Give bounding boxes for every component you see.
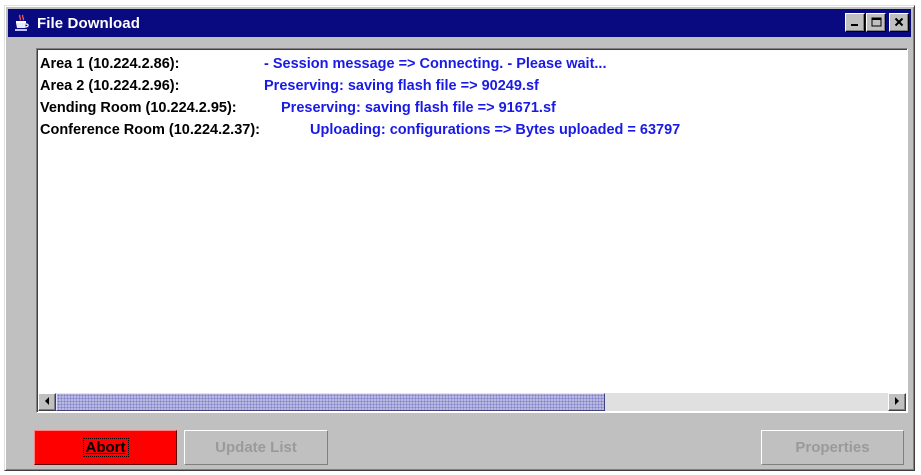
- maximize-icon: [871, 14, 882, 32]
- log-message: - Session message => Connecting. - Pleas…: [264, 56, 607, 72]
- log-source: Conference Room (10.224.2.37):: [40, 122, 260, 138]
- file-download-window: File Download Area 1 (10.224.2.86): - Ses…: [4, 5, 915, 471]
- log-line: Area 1 (10.224.2.86): - Session message =…: [40, 53, 904, 75]
- window-title: File Download: [37, 14, 140, 32]
- abort-button-label: Abort: [82, 438, 129, 457]
- log-message: Preserving: saving flash file => 91671.s…: [281, 100, 556, 116]
- log-line: Conference Room (10.224.2.37): Uploading:…: [40, 119, 904, 141]
- scroll-right-button[interactable]: [888, 393, 906, 411]
- close-icon: [894, 14, 904, 32]
- log-source: Area 2 (10.224.2.96):: [40, 78, 180, 94]
- java-coffee-cup-icon: [13, 14, 31, 32]
- log-line: Area 2 (10.224.2.96): Preserving: saving …: [40, 75, 904, 97]
- title-bar[interactable]: File Download: [8, 9, 911, 37]
- window-controls: [844, 13, 909, 32]
- arrow-right-icon: [893, 393, 901, 411]
- maximize-button[interactable]: [866, 13, 886, 32]
- log-line: Vending Room (10.224.2.95): Preserving: s…: [40, 97, 904, 119]
- download-log-panel[interactable]: Area 1 (10.224.2.86): - Session message =…: [36, 48, 908, 413]
- log-message: Uploading: configurations => Bytes uploa…: [310, 122, 681, 138]
- properties-button-label: Properties: [795, 439, 870, 456]
- scroll-track[interactable]: [56, 393, 888, 411]
- update-list-button[interactable]: Update List: [184, 430, 328, 465]
- minimize-button[interactable]: [845, 13, 865, 32]
- horizontal-scrollbar[interactable]: [38, 393, 906, 411]
- log-source: Vending Room (10.224.2.95):: [40, 100, 237, 116]
- log-message: Preserving: saving flash file => 90249.s…: [264, 78, 539, 94]
- properties-button[interactable]: Properties: [761, 430, 904, 465]
- scroll-left-button[interactable]: [38, 393, 56, 411]
- log-source: Area 1 (10.224.2.86):: [40, 56, 180, 72]
- update-list-button-label: Update List: [215, 439, 297, 456]
- close-button[interactable]: [889, 13, 909, 32]
- minimize-icon: [850, 14, 860, 32]
- download-log: Area 1 (10.224.2.86): - Session message =…: [40, 53, 904, 141]
- arrow-left-icon: [43, 393, 51, 411]
- scroll-thumb[interactable]: [56, 393, 605, 411]
- abort-button[interactable]: Abort: [34, 430, 177, 465]
